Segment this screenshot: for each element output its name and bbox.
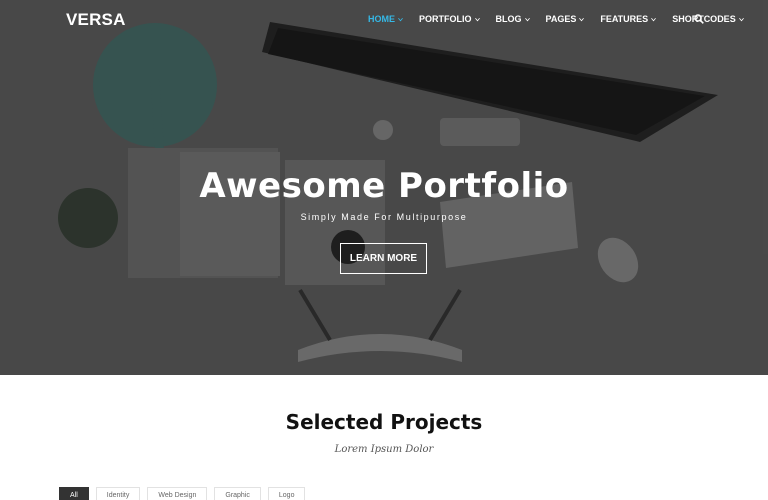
nav-item-pages[interactable]: PAGES (546, 14, 585, 24)
hero-subtitle: Simply Made For Multipurpose (300, 212, 468, 222)
chevron-down-icon (651, 17, 657, 21)
portfolio-filters: All Identity Web Design Graphic Logo (59, 487, 312, 500)
filter-identity[interactable]: Identity (95, 487, 141, 500)
nav-item-label: PORTFOLIO (419, 14, 472, 24)
chevron-down-icon (579, 17, 585, 21)
learn-more-button[interactable]: LEARN MORE (340, 243, 427, 274)
site-logo[interactable]: VERSA (66, 10, 126, 30)
nav-item-label: BLOG (495, 14, 522, 24)
nav-item-label: FEATURES (600, 14, 649, 24)
filter-all[interactable]: All (59, 487, 89, 500)
chevron-down-icon (398, 17, 403, 21)
top-navigation: VERSA HOME PORTFOLIO BLOG PAGES FEATURES… (0, 0, 768, 40)
section-title: Selected Projects (285, 410, 483, 434)
hero-title: Awesome Portfolio (199, 166, 569, 206)
nav-item-label: PAGES (545, 14, 577, 24)
nav-item-shortcodes[interactable]: SHORTCODES (672, 14, 744, 24)
nav-item-label: HOME (368, 14, 395, 24)
filter-logo[interactable]: Logo (267, 487, 306, 500)
chevron-down-icon (738, 17, 744, 21)
nav-item-home[interactable]: HOME (368, 14, 403, 24)
nav-item-features[interactable]: FEATURES (600, 14, 657, 24)
filter-web-design[interactable]: Web Design (147, 487, 208, 500)
chevron-down-icon (474, 17, 480, 21)
section-subtitle: Lorem Ipsum Dolor (334, 444, 434, 455)
nav-item-portfolio[interactable]: PORTFOLIO (419, 14, 480, 24)
search-icon[interactable] (694, 14, 704, 24)
chevron-down-icon (524, 17, 530, 21)
nav-item-blog[interactable]: BLOG (496, 14, 530, 24)
filter-graphic[interactable]: Graphic (214, 487, 261, 500)
